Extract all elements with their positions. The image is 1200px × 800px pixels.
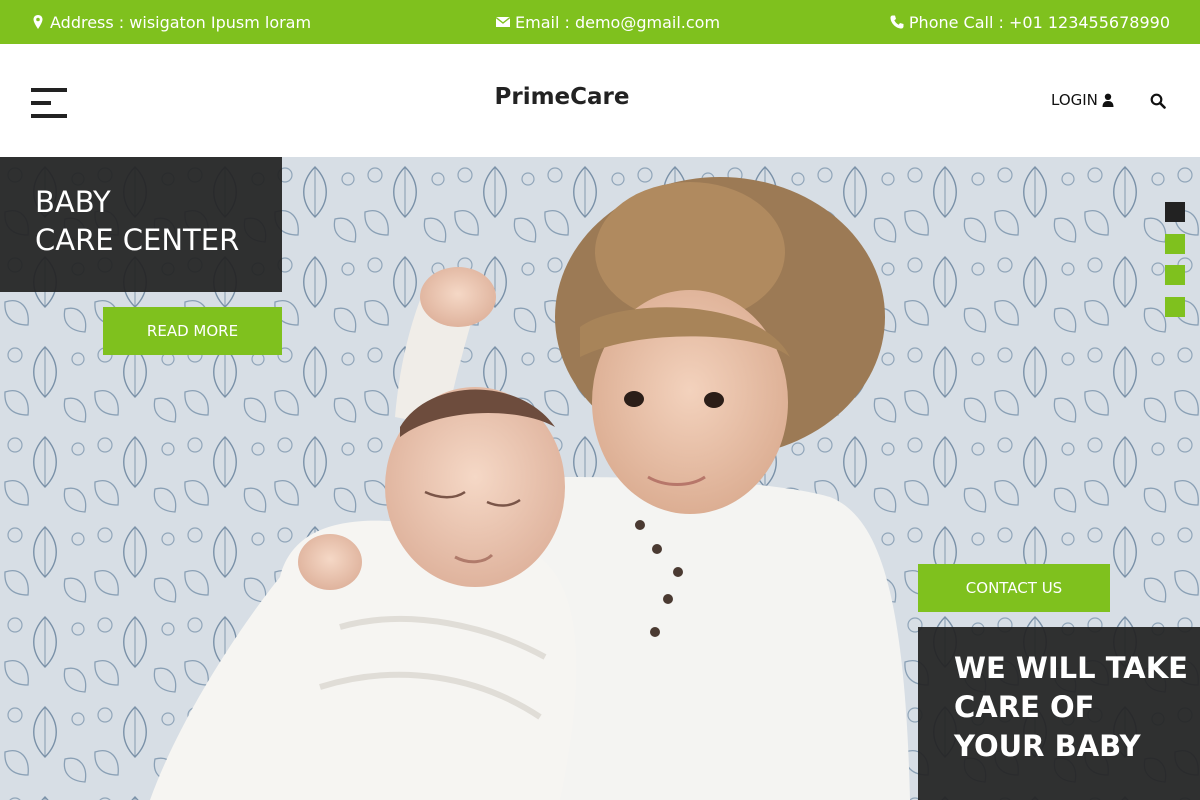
top-contact-bar: Address : wisigaton Ipusm loram Email : … <box>0 0 1200 44</box>
brand-logo-text[interactable]: PrimeCare <box>0 84 1124 110</box>
hero-title-line1: BABY <box>35 185 111 219</box>
promo-box: WE WILL TAKE CARE OF YOUR BABY <box>918 627 1200 800</box>
promo-line3: YOUR BABY <box>954 729 1141 763</box>
login-link[interactable]: LOGIN <box>1051 91 1114 109</box>
phone-icon <box>890 15 904 29</box>
slider-dot-4[interactable] <box>1165 297 1185 317</box>
map-marker-icon <box>33 15 43 29</box>
address-text: Address : wisigaton Ipusm loram <box>50 12 312 32</box>
hero-banner: BABY CARE CENTER READ MORE CONTACT US WE… <box>0 157 1200 800</box>
site-header: PrimeCare LOGIN <box>0 44 1200 157</box>
hero-title-box: BABY CARE CENTER <box>0 157 282 292</box>
slider-dot-1[interactable] <box>1165 202 1185 222</box>
contact-us-button[interactable]: CONTACT US <box>918 564 1110 612</box>
menu-bar-bottom <box>31 114 67 118</box>
hero-title-line2: CARE CENTER <box>35 223 240 257</box>
email-text[interactable]: Email : demo@gmail.com <box>515 13 720 32</box>
promo-line1: WE WILL TAKE <box>954 651 1188 685</box>
login-label: LOGIN <box>1051 91 1098 109</box>
phone-info[interactable]: Phone Call : +01 123455678990 <box>889 0 1170 44</box>
address-info: Address : wisigaton Ipusm loram <box>30 0 311 44</box>
phone-text[interactable]: Phone Call : +01 123455678990 <box>909 13 1170 32</box>
envelope-icon <box>495 16 511 27</box>
email-info[interactable]: Email : demo@gmail.com <box>495 0 720 44</box>
slider-dot-3[interactable] <box>1165 265 1185 285</box>
slider-dot-2[interactable] <box>1165 234 1185 254</box>
user-icon <box>1102 93 1114 107</box>
promo-line2: CARE OF <box>954 690 1095 724</box>
read-more-button[interactable]: READ MORE <box>103 307 282 355</box>
search-icon[interactable] <box>1150 93 1166 109</box>
